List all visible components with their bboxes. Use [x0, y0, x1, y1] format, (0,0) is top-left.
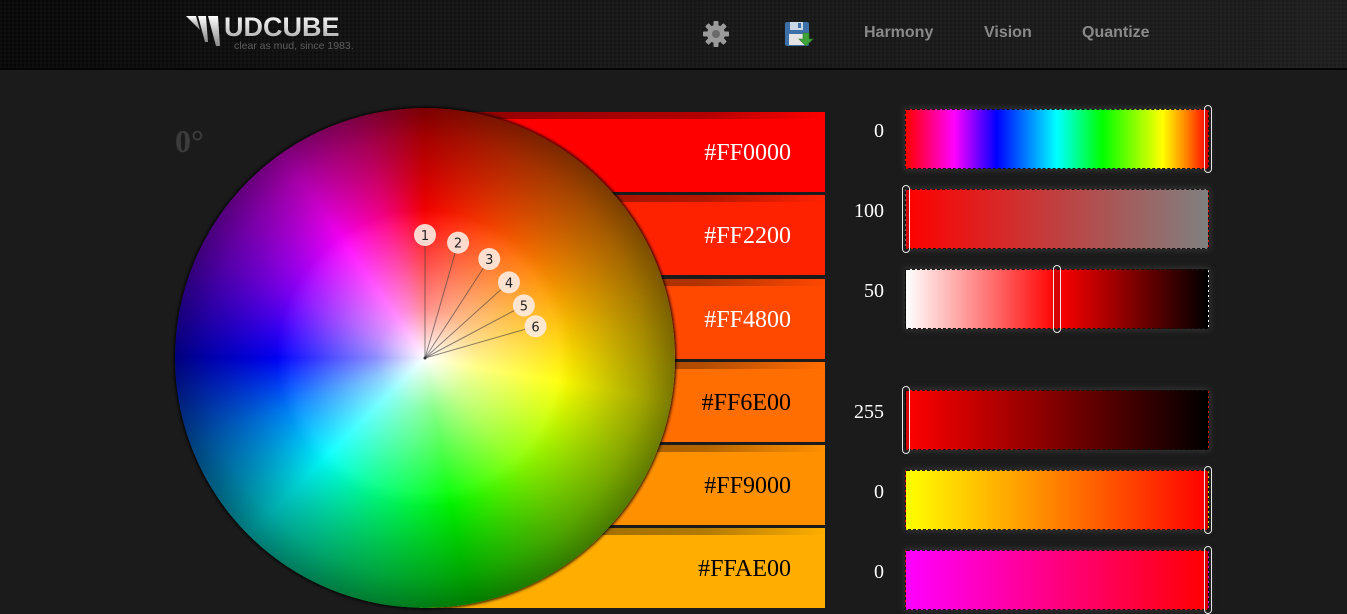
save-download-icon[interactable]: [784, 19, 814, 49]
wheel-markers: 1 2 3456: [414, 224, 547, 360]
swatch-hex: #FF0000: [704, 140, 791, 166]
slider-green-handle[interactable]: [1204, 466, 1212, 534]
mudcube-logo[interactable]: UDCUBE clear as mud, since 1983.: [186, 12, 366, 56]
logo-tagline: clear as mud, since 1983.: [234, 40, 354, 52]
marker-label: 4: [505, 276, 513, 291]
swatch-hex: #FF9000: [704, 473, 791, 499]
slider-lightness-track[interactable]: [905, 265, 1209, 333]
slider-saturation-value: 100: [854, 200, 884, 222]
swatch-hex: #FFAE00: [698, 556, 791, 582]
slider-red-track[interactable]: [902, 386, 1209, 454]
slider-green: 0: [840, 463, 1220, 534]
swatch-hex: #FF2200: [704, 223, 791, 249]
settings-gear-icon[interactable]: [701, 19, 731, 49]
slider-blue-handle[interactable]: [1204, 546, 1212, 614]
marker-label: 5: [520, 299, 528, 314]
slider-saturation: 100: [840, 182, 1220, 253]
slider-hue: 0: [840, 102, 1220, 173]
nav-quantize[interactable]: Quantize: [1082, 24, 1150, 42]
slider-green-value: 0: [874, 481, 884, 503]
slider-saturation-track[interactable]: [902, 185, 1209, 253]
slider-green-track[interactable]: [905, 466, 1212, 534]
slider-hue-value: 0: [874, 120, 884, 142]
marker-line: [424, 325, 536, 359]
marker-label: 1: [421, 229, 429, 244]
slider-red-value: 255: [854, 401, 884, 423]
wheel-center-dot: [423, 356, 427, 360]
marker-line: [424, 242, 459, 359]
marker-label: 3: [485, 253, 493, 268]
marker-label: 6: [531, 320, 539, 335]
app-header: UDCUBE clear as mud, since 1983. Harmony…: [0, 0, 1347, 70]
slider-blue: 0: [840, 543, 1220, 614]
slider-hue-handle[interactable]: [1204, 105, 1212, 173]
swatch-hex: #FF6E00: [701, 390, 791, 416]
slider-lightness-handle[interactable]: [1053, 265, 1061, 333]
nav-vision[interactable]: Vision: [984, 24, 1032, 42]
slider-hue-track[interactable]: [905, 105, 1212, 173]
slider-saturation-handle[interactable]: [902, 185, 910, 253]
swatch-hex: #FF4800: [704, 307, 791, 333]
logo-text: UDCUBE: [224, 12, 340, 42]
logo-claw-icon: [186, 16, 220, 46]
nav-harmony[interactable]: Harmony: [864, 24, 933, 42]
slider-red: 255: [840, 383, 1220, 454]
marker-label: 2: [454, 237, 462, 252]
slider-blue-track[interactable]: [905, 546, 1212, 614]
slider-lightness-value: 50: [864, 280, 884, 302]
slider-red-handle[interactable]: [902, 386, 910, 454]
slider-blue-value: 0: [874, 561, 884, 583]
slider-lightness: 50: [840, 262, 1220, 333]
